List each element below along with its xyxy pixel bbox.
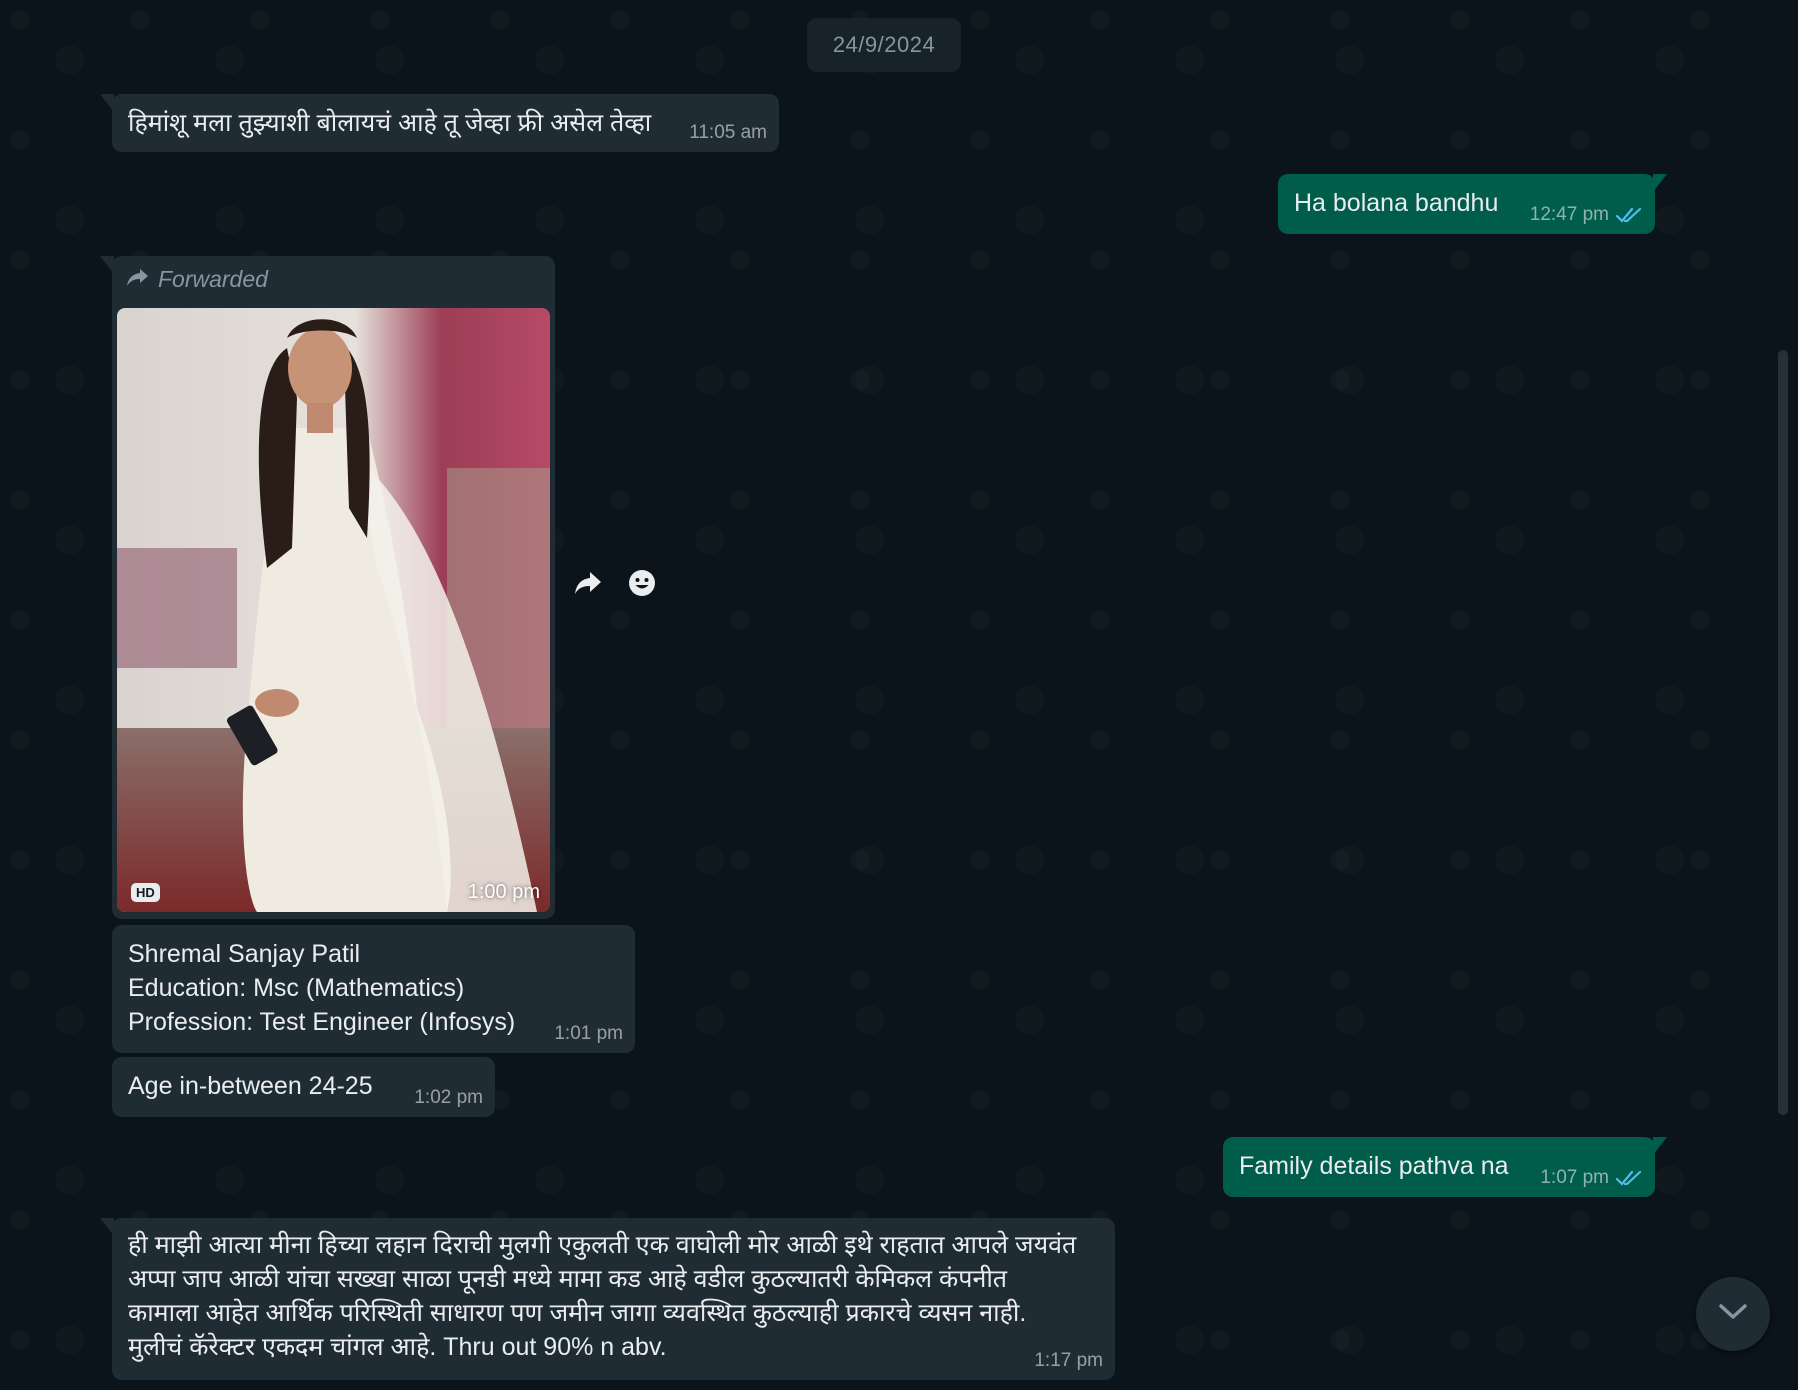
message-meta: 12:47 pm — [1530, 204, 1643, 226]
message-bubble-incoming[interactable]: Shremal Sanjay Patil Education: Msc (Mat… — [112, 925, 635, 1053]
forwarded-label: Forwarded — [126, 266, 268, 293]
message-line: Shremal Sanjay Patil — [128, 940, 361, 968]
bubble-tail — [100, 1218, 114, 1236]
message-line: कामाला आहेत आर्थिक परिस्थिती साधारण पण ज… — [128, 1299, 1027, 1327]
message-meta: 1:02 pm — [414, 1087, 483, 1109]
message-bubble-outgoing[interactable]: Ha bolana bandhu 12:47 pm — [1278, 174, 1667, 234]
message-meta: 1:01 pm — [554, 1023, 623, 1045]
message-bubble-outgoing[interactable]: Family details pathva na 1:07 pm — [1223, 1137, 1667, 1197]
forward-button[interactable] — [567, 564, 609, 606]
message-text: हिमांशू मला तुझ्याशी बोलायचं आहे तू जेव्… — [128, 109, 652, 137]
emoji-icon — [627, 568, 657, 603]
message-line: Education: Msc (Mathematics) — [128, 974, 465, 1002]
react-button[interactable] — [621, 564, 663, 606]
bubble-tail — [100, 94, 114, 112]
message-bubble-incoming[interactable]: Age in-between 24-25 1:02 pm — [112, 1057, 495, 1117]
photo-attachment[interactable]: HD 1:00 pm — [117, 308, 550, 912]
double-check-icon — [1615, 1169, 1643, 1187]
message-meta: 1:17 pm — [1034, 1350, 1103, 1372]
message-time: 1:07 pm — [1540, 1167, 1609, 1188]
message-time: 11:05 am — [689, 122, 767, 143]
message-bubble-incoming[interactable]: हिमांशू मला तुझ्याशी बोलायचं आहे तू जेव्… — [100, 94, 779, 152]
scrollbar[interactable] — [1778, 350, 1788, 1115]
chevron-down-icon — [1717, 1302, 1749, 1327]
message-time: 1:17 pm — [1034, 1350, 1103, 1371]
scroll-to-bottom-button[interactable] — [1696, 1277, 1770, 1351]
forward-arrow-icon — [573, 570, 603, 601]
bubble-tail — [100, 256, 114, 274]
message-line: मुलीचं कॅरेक्टर एकदम चांगल आहे. Thru out… — [128, 1333, 667, 1361]
message-bubble-incoming[interactable]: ही माझी आत्या मीना हिच्या लहान दिराची मु… — [100, 1218, 1115, 1380]
message-line: Profession: Test Engineer (Infosys) — [128, 1008, 516, 1036]
message-time: 12:47 pm — [1529, 204, 1609, 225]
forward-arrow-icon — [126, 266, 150, 293]
message-time: 1:00 pm — [467, 881, 540, 903]
bubble-tail — [1653, 174, 1667, 192]
message-time: 1:01 pm — [554, 1023, 623, 1044]
message-line: ही माझी आत्या मीना हिच्या लहान दिराची मु… — [128, 1231, 1077, 1259]
message-meta: 11:05 am — [689, 122, 767, 144]
double-check-icon — [1615, 206, 1643, 224]
bubble-tail — [1653, 1137, 1667, 1155]
forwarded-text: Forwarded — [158, 266, 268, 292]
message-time: 1:02 pm — [414, 1087, 483, 1108]
message-meta: 1:07 pm — [1540, 1167, 1643, 1189]
hd-badge: HD — [131, 883, 160, 902]
date-divider: 24/9/2024 — [807, 18, 961, 72]
chat-panel: 24/9/2024 हिमांशू मला तुझ्याशी बोलायचं आ… — [0, 0, 1798, 1390]
message-bubble-photo[interactable]: Forwarded HD 1:00 pm — [100, 256, 555, 919]
message-hover-actions — [567, 564, 663, 606]
message-line: अप्पा जाप आळी यांचा सख्खा साळा पूनडी मध्… — [128, 1265, 1008, 1293]
